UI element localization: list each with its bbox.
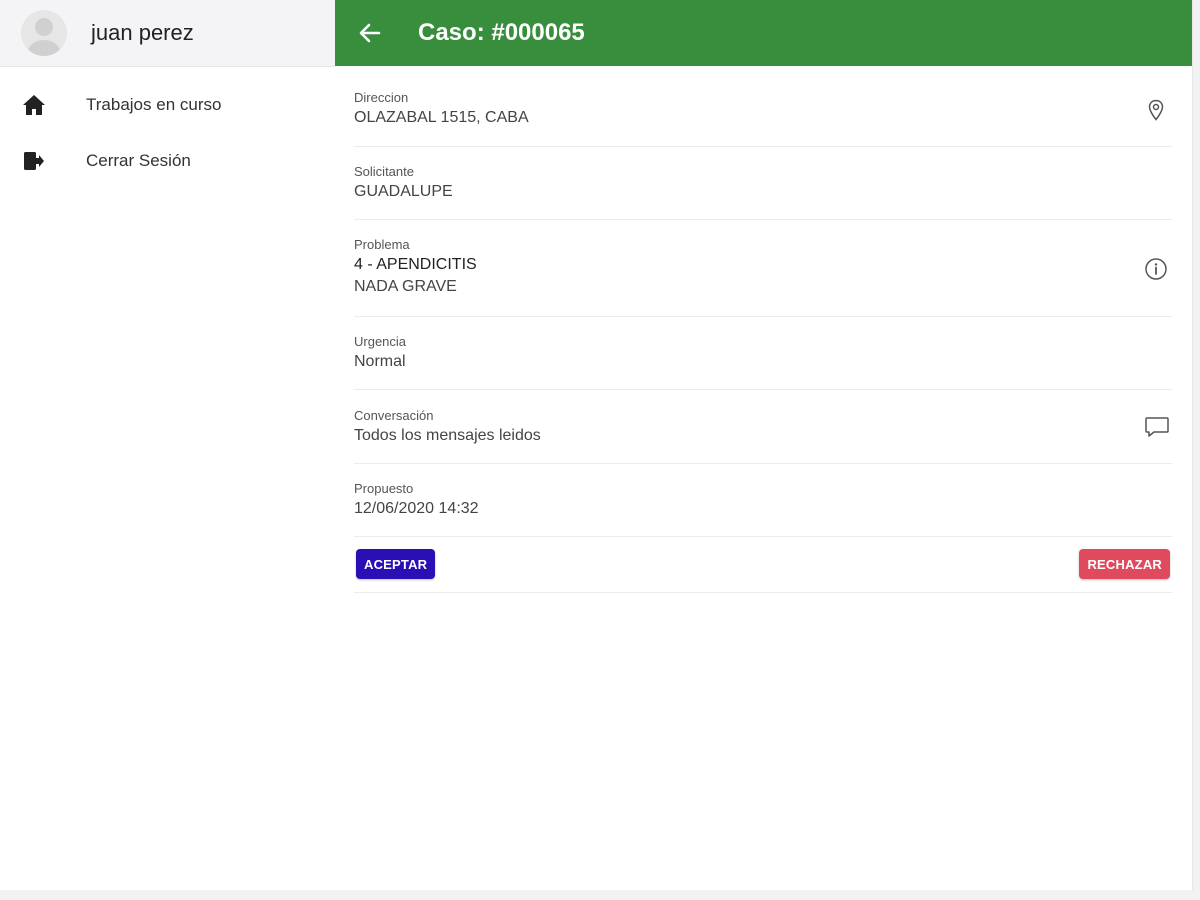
detail-label: Problema bbox=[354, 237, 410, 252]
person-avatar-icon bbox=[21, 10, 67, 56]
header-bar: Caso: #000065 bbox=[335, 0, 1192, 66]
info-icon[interactable] bbox=[1144, 257, 1168, 281]
page-title: Caso: #000065 bbox=[418, 19, 585, 46]
detail-row-problema[interactable]: Problema 4 - APENDICITIS NADA GRAVE bbox=[354, 220, 1172, 317]
detail-value: 12/06/2020 14:32 bbox=[354, 500, 479, 517]
detail-label: Urgencia bbox=[354, 334, 407, 349]
sidebar-header: juan perez bbox=[0, 0, 335, 67]
detail-label: Direccion bbox=[354, 90, 409, 105]
sidebar-menu: Trabajos en curso Cerrar Sesión bbox=[0, 87, 335, 179]
detail-row-solicitante: Solicitante GUADALUPE bbox=[354, 147, 1172, 220]
app-window: juan perez Trabajos en curso Cerrar Sesi… bbox=[0, 0, 1193, 890]
logout-icon bbox=[22, 149, 46, 173]
detail-row-propuesto: Propuesto 12/06/2020 14:32 bbox=[354, 464, 1172, 537]
accept-button[interactable]: ACEPTAR bbox=[356, 549, 436, 579]
detail-value: Normal bbox=[354, 353, 406, 370]
home-icon bbox=[22, 93, 46, 117]
detail-label: Solicitante bbox=[354, 164, 414, 179]
arrow-left-icon[interactable] bbox=[355, 18, 385, 48]
sidebar-item-cerrar-sesion[interactable]: Cerrar Sesión bbox=[0, 143, 335, 179]
case-details: Direccion OLAZABAL 1515, CABA Solicitant… bbox=[354, 66, 1172, 593]
reject-button[interactable]: RECHAZAR bbox=[1079, 549, 1170, 579]
map-pin-icon[interactable] bbox=[1144, 98, 1168, 122]
detail-row-conversacion[interactable]: Conversación Todos los mensajes leidos bbox=[354, 390, 1172, 464]
detail-value: Todos los mensajes leidos bbox=[354, 427, 541, 444]
detail-value: 4 - APENDICITIS bbox=[354, 256, 477, 273]
detail-label: Propuesto bbox=[354, 481, 414, 496]
detail-value: GUADALUPE bbox=[354, 183, 453, 200]
detail-label: Conversación bbox=[354, 408, 434, 423]
sidebar-item-label: Cerrar Sesión bbox=[86, 151, 191, 170]
sidebar: juan perez Trabajos en curso Cerrar Sesi… bbox=[0, 0, 335, 890]
detail-row-direccion[interactable]: Direccion OLAZABAL 1515, CABA bbox=[354, 66, 1172, 147]
sidebar-item-trabajos[interactable]: Trabajos en curso bbox=[0, 87, 335, 123]
detail-value: OLAZABAL 1515, CABA bbox=[354, 109, 529, 126]
chat-bubble-icon[interactable] bbox=[1144, 415, 1169, 439]
sidebar-item-label: Trabajos en curso bbox=[86, 95, 222, 114]
action-bar: ACEPTAR RECHAZAR bbox=[354, 537, 1172, 593]
detail-row-urgencia: Urgencia Normal bbox=[354, 317, 1172, 390]
detail-subvalue: NADA GRAVE bbox=[354, 278, 457, 295]
user-name: juan perez bbox=[91, 20, 194, 45]
